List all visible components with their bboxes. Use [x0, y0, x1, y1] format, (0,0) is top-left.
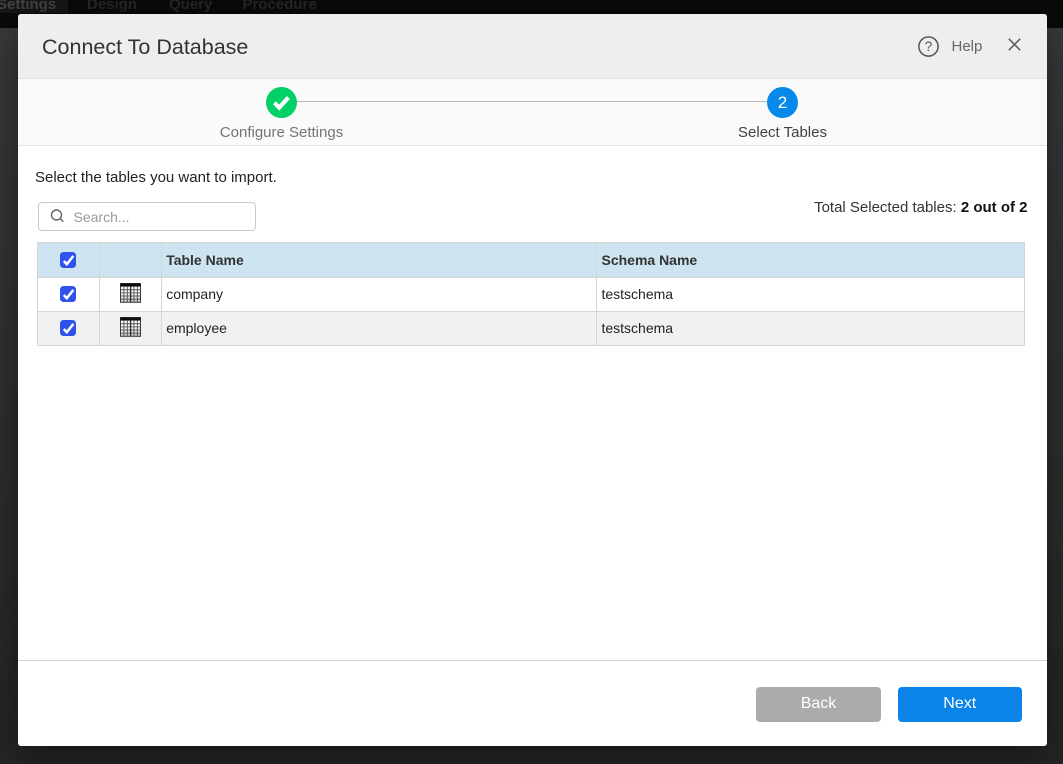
svg-text:?: ? [925, 39, 933, 54]
